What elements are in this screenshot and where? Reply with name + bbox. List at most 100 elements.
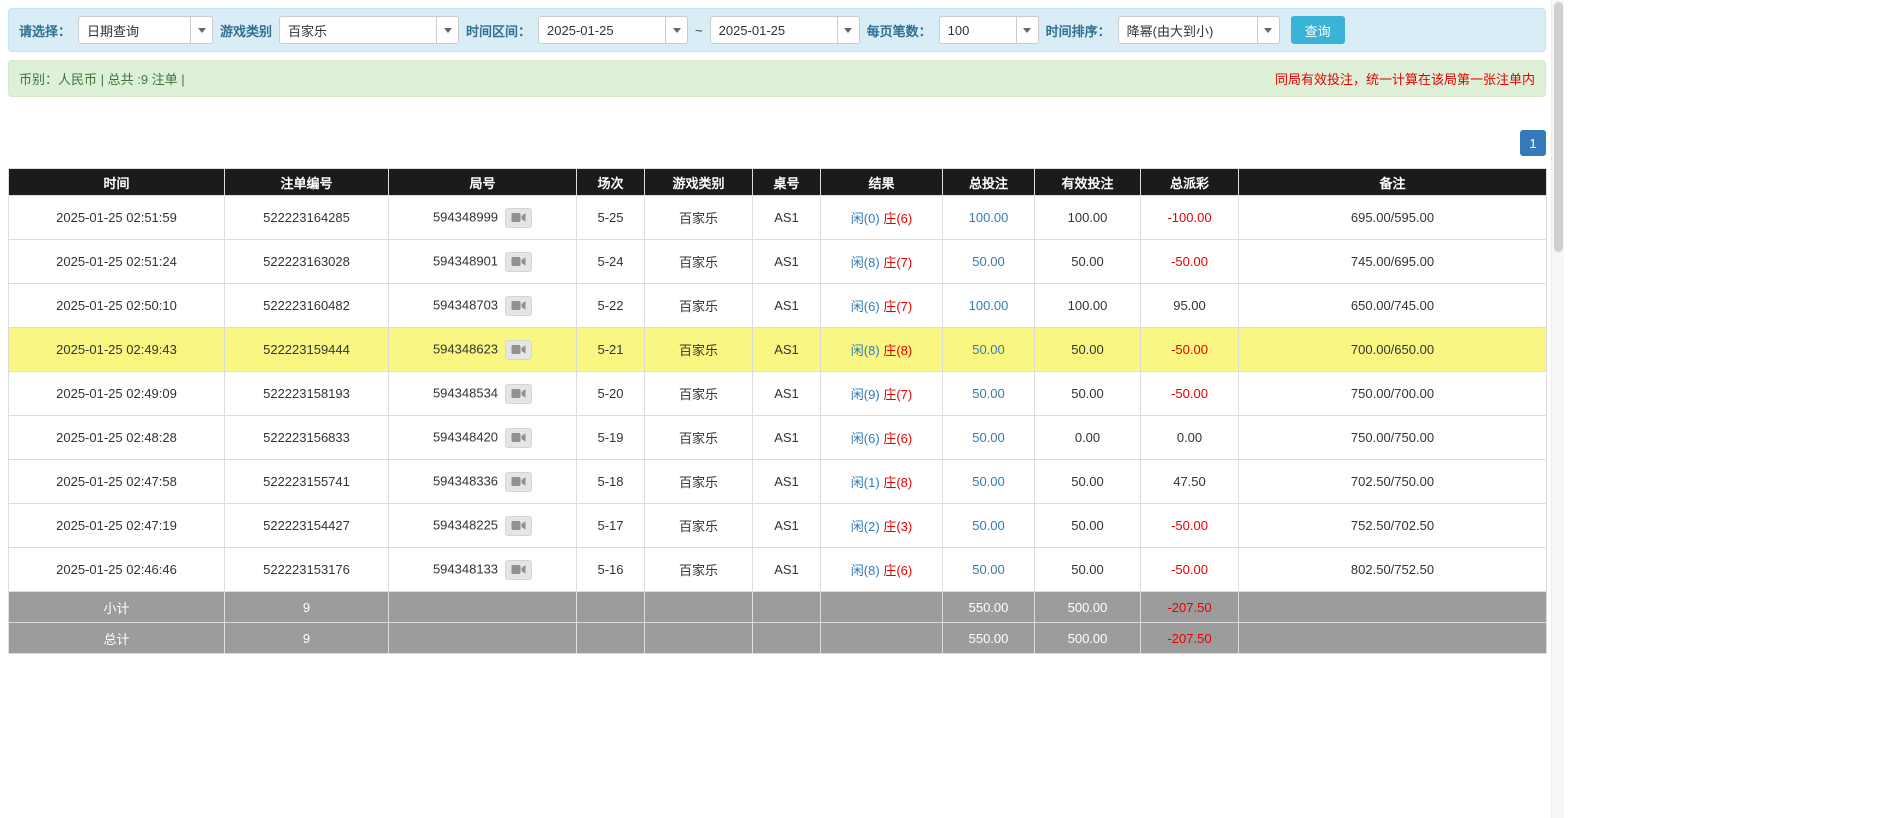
session-cell: 5-17 xyxy=(576,503,645,548)
round-cell: 594348336 xyxy=(388,459,577,504)
valid-bet-cell: 50.00 xyxy=(1034,547,1141,592)
round-id: 594348133 xyxy=(432,560,499,576)
total-bet-cell: 50.00 xyxy=(942,371,1035,416)
payout-cell: -50.00 xyxy=(1140,503,1239,548)
column-header: 有效投注 xyxy=(1034,168,1141,196)
round-id: 594348703 xyxy=(432,296,499,312)
total-bet-link[interactable]: 100.00 xyxy=(969,210,1009,225)
player-result: 闲(8) xyxy=(850,563,880,578)
column-header: 备注 xyxy=(1238,168,1547,196)
banker-result: 庄(7) xyxy=(883,299,913,314)
valid-bet-cell: 50.00 xyxy=(1034,239,1141,284)
time-cell: 2025-01-25 02:49:43 xyxy=(8,327,225,372)
chevron-down-icon xyxy=(1256,17,1279,43)
replay-button[interactable] xyxy=(505,295,533,316)
main-content: 请选择： 日期查询 游戏类别 百家乐 时间区间： 2025-01-25 ~ 20… xyxy=(8,8,1547,654)
table-row: 2025-01-25 02:51:24 522223163028 594348901… xyxy=(8,239,1547,284)
page-size-value: 100 xyxy=(947,22,970,38)
remark-cell: 700.00/650.00 xyxy=(1238,327,1547,372)
scrollbar-thumb[interactable] xyxy=(1554,2,1563,252)
bet-id-cell: 522223160482 xyxy=(224,283,389,328)
total-bet-cell: 100.00 xyxy=(942,283,1035,328)
round-cell: 594348225 xyxy=(388,503,577,548)
round-cell: 594348623 xyxy=(388,327,577,372)
date-from-select[interactable]: 2025-01-25 xyxy=(538,16,689,44)
remark-cell: 750.00/700.00 xyxy=(1238,371,1547,416)
footer-empty-cell xyxy=(644,591,753,623)
game-type-label: 游戏类别 xyxy=(220,23,273,39)
game-type-cell: 百家乐 xyxy=(644,547,753,592)
payout-cell: 47.50 xyxy=(1140,459,1239,504)
total-bet-link[interactable]: 50.00 xyxy=(972,518,1005,533)
table-row: 2025-01-25 02:46:46 522223153176 594348133… xyxy=(8,547,1547,592)
banker-result: 庄(8) xyxy=(883,343,913,358)
bet-id-cell: 522223155741 xyxy=(224,459,389,504)
query-type-select[interactable]: 日期查询 xyxy=(78,16,214,44)
table-number-cell: AS1 xyxy=(752,327,821,372)
session-cell: 5-21 xyxy=(576,327,645,372)
replay-button[interactable] xyxy=(505,559,533,580)
valid-bet-cell: 100.00 xyxy=(1034,195,1141,240)
footer-empty-cell xyxy=(644,622,753,654)
time-cell: 2025-01-25 02:46:46 xyxy=(8,547,225,592)
footer-empty-cell xyxy=(752,622,821,654)
replay-button[interactable] xyxy=(505,515,533,536)
footer-label: 小计 xyxy=(8,591,225,623)
table-row: 2025-01-25 02:49:43 522223159444 594348623… xyxy=(8,327,1547,372)
page-size-label: 每页笔数： xyxy=(866,23,932,39)
session-cell: 5-16 xyxy=(576,547,645,592)
total-bet-cell: 50.00 xyxy=(942,503,1035,548)
banker-result: 庄(6) xyxy=(883,211,913,226)
date-to-select[interactable]: 2025-01-25 xyxy=(709,16,860,44)
remark-cell: 745.00/695.00 xyxy=(1238,239,1547,284)
round-cell: 594348420 xyxy=(388,415,577,460)
round-cell: 594348999 xyxy=(388,195,577,240)
total-bet-link[interactable]: 50.00 xyxy=(972,474,1005,489)
vertical-scrollbar[interactable] xyxy=(1551,0,1564,818)
remark-cell: 702.50/750.00 xyxy=(1238,459,1547,504)
payout-cell: 0.00 xyxy=(1140,415,1239,460)
payout-cell: -100.00 xyxy=(1140,195,1239,240)
video-camera-icon xyxy=(511,257,526,266)
payout-cell: -50.00 xyxy=(1140,239,1239,284)
round-cell: 594348133 xyxy=(388,547,577,592)
total-bet-link[interactable]: 50.00 xyxy=(972,430,1005,445)
total-bet-link[interactable]: 50.00 xyxy=(972,254,1005,269)
search-button[interactable]: 查询 xyxy=(1290,16,1345,44)
table-number-cell: AS1 xyxy=(752,283,821,328)
result-cell: 闲(6) 庄(6) xyxy=(820,415,943,460)
bet-id-cell: 522223158193 xyxy=(224,371,389,416)
query-type-value: 日期查询 xyxy=(87,23,140,39)
replay-button[interactable] xyxy=(505,471,533,492)
total-bet-link[interactable]: 50.00 xyxy=(972,342,1005,357)
footer-empty-cell xyxy=(752,591,821,623)
session-cell: 5-24 xyxy=(576,239,645,284)
replay-button[interactable] xyxy=(505,427,533,448)
table-number-cell: AS1 xyxy=(752,371,821,416)
game-type-select[interactable]: 百家乐 xyxy=(279,16,460,44)
sort-order-select[interactable]: 降幂(由大到小) xyxy=(1117,16,1280,44)
player-result: 闲(2) xyxy=(850,519,880,534)
payout-cell: 95.00 xyxy=(1140,283,1239,328)
chevron-down-icon xyxy=(190,17,212,43)
time-range-label: 时间区间： xyxy=(466,23,532,39)
replay-button[interactable] xyxy=(505,383,533,404)
total-bet-link[interactable]: 50.00 xyxy=(972,562,1005,577)
round-cell: 594348534 xyxy=(388,371,577,416)
remark-cell: 752.50/702.50 xyxy=(1238,503,1547,548)
valid-bet-cell: 50.00 xyxy=(1034,503,1141,548)
session-cell: 5-20 xyxy=(576,371,645,416)
round-id: 594348420 xyxy=(432,428,499,444)
total-bet-cell: 50.00 xyxy=(942,415,1035,460)
total-bet-link[interactable]: 50.00 xyxy=(972,386,1005,401)
total-bet-cell: 50.00 xyxy=(942,239,1035,284)
replay-button[interactable] xyxy=(505,339,533,360)
page-button-1[interactable]: 1 xyxy=(1520,130,1546,156)
session-cell: 5-25 xyxy=(576,195,645,240)
total-bet-link[interactable]: 100.00 xyxy=(969,298,1009,313)
replay-button[interactable] xyxy=(505,207,533,228)
page-size-select[interactable]: 100 xyxy=(938,16,1039,44)
notice-text: 同局有效投注，统一计算在该局第一张注单内 xyxy=(1274,72,1535,87)
replay-button[interactable] xyxy=(505,251,533,272)
table-row: 2025-01-25 02:48:28 522223156833 594348420… xyxy=(8,415,1547,460)
